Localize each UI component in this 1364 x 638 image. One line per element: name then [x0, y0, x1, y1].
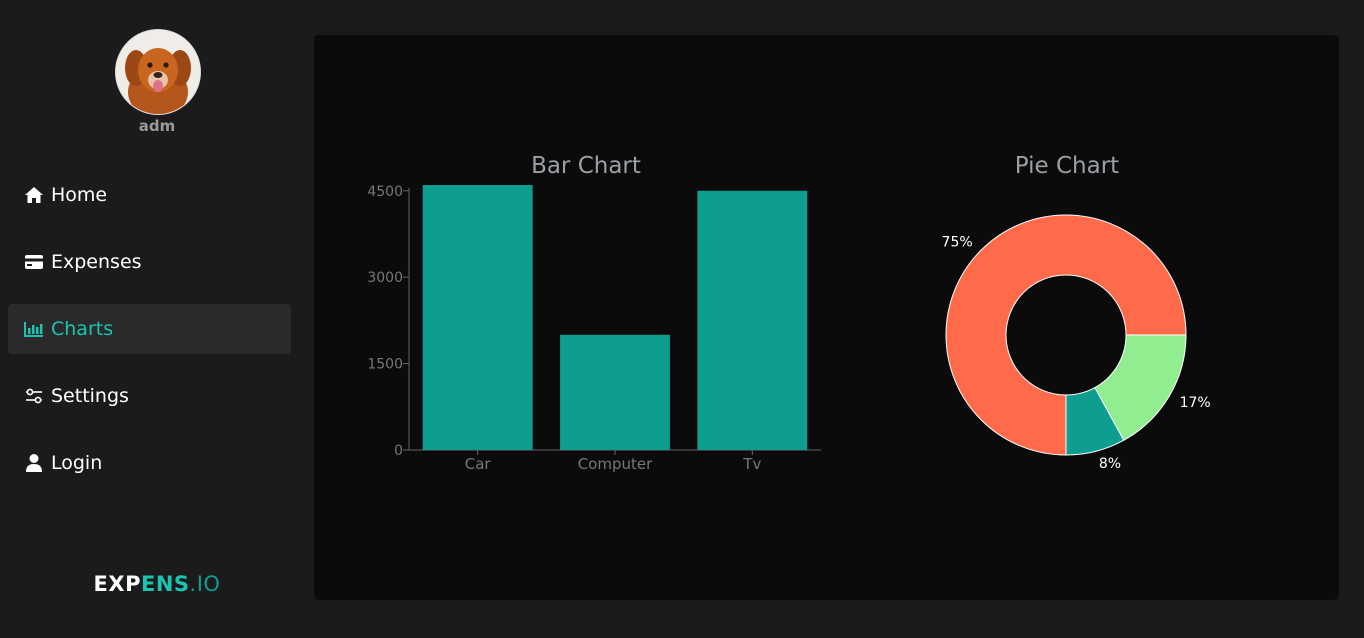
charts-panel: Bar Chart Pie Chart 0 1500 3000 4500 Car Comp…	[314, 35, 1339, 600]
user-name: adm	[138, 117, 176, 135]
credit-card-icon	[24, 252, 44, 272]
sidebar-item-label: Login	[51, 452, 103, 474]
sidebar-item-settings[interactable]: Settings	[8, 371, 291, 421]
home-icon	[24, 185, 44, 205]
bar-chart-icon	[24, 319, 44, 339]
bar-computer	[560, 334, 670, 450]
sidebar-item-label: Settings	[51, 385, 129, 407]
pie-slice-label: 17%	[1180, 395, 1211, 411]
sidebar: adm Home Expenses Charts Settings Login …	[0, 0, 300, 638]
sidebar-item-expenses[interactable]: Expenses	[8, 237, 291, 287]
bar-y-tick-label: 3000	[367, 270, 403, 286]
bar-car	[422, 185, 533, 450]
bar-y-tick-label: 1500	[367, 357, 403, 373]
brand-logo[interactable]: EXPENS.IO	[0, 572, 314, 596]
brand-part: EXP	[93, 572, 141, 596]
brand-part: .IO	[189, 572, 221, 596]
sidebar-item-label: Home	[51, 184, 108, 206]
bar-tv	[697, 190, 808, 450]
avatar[interactable]	[115, 29, 201, 115]
sidebar-item-label: Expenses	[51, 251, 142, 273]
bar-x-tick-label: Tv	[742, 455, 761, 473]
charts-canvas: 0 1500 3000 4500 Car Computer Tv 75% 8% 17%	[367, 184, 1211, 473]
bar-y-tick-label: 0	[394, 443, 403, 459]
user-icon	[24, 453, 44, 473]
sidebar-nav: Home Expenses Charts Settings Login	[8, 170, 291, 505]
bar-x-tick-label: Car	[465, 455, 492, 473]
brand-part: ENS	[140, 572, 190, 596]
sliders-icon	[24, 386, 44, 406]
pie-slice-label: 8%	[1099, 456, 1121, 472]
sidebar-item-label: Charts	[51, 318, 114, 340]
sidebar-item-home[interactable]: Home	[8, 170, 291, 220]
bar-y-tick-label: 4500	[367, 184, 403, 200]
sidebar-item-charts[interactable]: Charts	[8, 304, 291, 354]
bar-x-tick-label: Computer	[578, 455, 653, 473]
pie-slice-label: 75%	[942, 235, 973, 251]
dog-avatar-image	[116, 30, 200, 114]
sidebar-item-login[interactable]: Login	[8, 438, 291, 488]
